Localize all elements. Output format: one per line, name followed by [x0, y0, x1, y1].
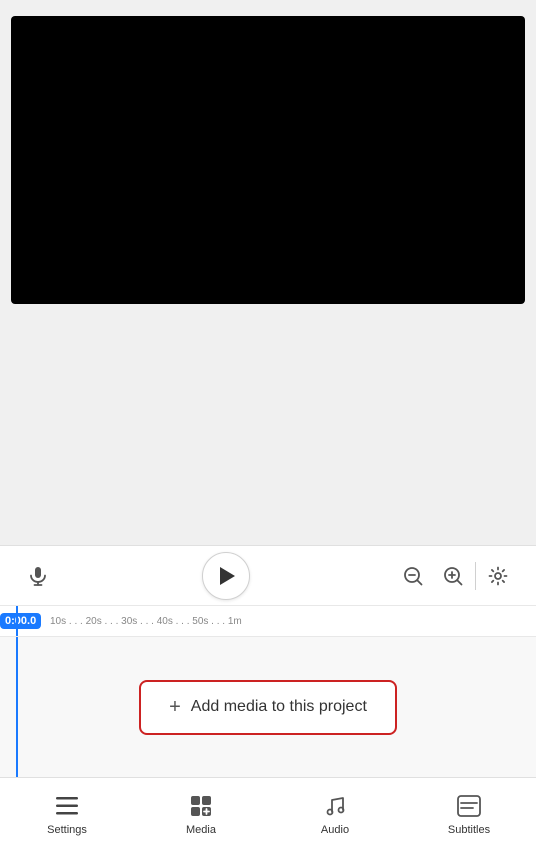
nav-subtitles-label: Subtitles [448, 824, 490, 836]
nav-item-media[interactable]: Media [134, 792, 268, 836]
zoom-controls [395, 558, 516, 594]
play-icon [220, 567, 235, 585]
transport-bar [0, 545, 536, 605]
timeline-ruler: 0:00.0 10s . . . 20s . . . 30s . . . 40s… [0, 605, 536, 637]
zoom-in-button[interactable] [435, 558, 471, 594]
zoom-out-icon [402, 565, 424, 587]
nav-item-subtitles[interactable]: Subtitles [402, 792, 536, 836]
plus-icon: + [169, 696, 181, 719]
bottom-nav: Settings Media Audio [0, 777, 536, 849]
microphone-button[interactable] [20, 558, 56, 594]
nav-item-audio[interactable]: Audio [268, 792, 402, 836]
nav-audio-label: Audio [321, 824, 349, 836]
timeline-ticks: 10s . . . 20s . . . 30s . . . 40s . . . … [50, 606, 536, 636]
playhead-line [16, 637, 18, 777]
video-preview [11, 16, 525, 304]
zoom-out-button[interactable] [395, 558, 431, 594]
nav-media-label: Media [186, 824, 216, 836]
settings-button[interactable] [480, 558, 516, 594]
audio-icon [321, 792, 349, 820]
timeline-tick-labels: 10s . . . 20s . . . 30s . . . 40s . . . … [50, 616, 242, 627]
nav-item-settings[interactable]: Settings [0, 792, 134, 836]
timeline-section: 0:00.0 10s . . . 20s . . . 30s . . . 40s… [0, 605, 536, 777]
play-button[interactable] [202, 552, 250, 600]
divider [475, 562, 476, 590]
current-time-badge: 0:00.0 [0, 613, 41, 629]
add-media-container: + Add media to this project [0, 637, 536, 777]
add-media-label: Add media to this project [191, 698, 367, 716]
nav-settings-label: Settings [47, 824, 87, 836]
zoom-in-icon [442, 565, 464, 587]
playhead-ruler [16, 606, 18, 636]
gear-icon [487, 565, 509, 587]
hamburger-icon [53, 792, 81, 820]
spacer [0, 304, 536, 545]
mic-icon [27, 565, 49, 587]
video-preview-container [0, 0, 536, 304]
add-media-button[interactable]: + Add media to this project [139, 680, 397, 735]
timeline-track-area: + Add media to this project [0, 637, 536, 777]
subtitles-icon [455, 792, 483, 820]
media-icon [187, 792, 215, 820]
